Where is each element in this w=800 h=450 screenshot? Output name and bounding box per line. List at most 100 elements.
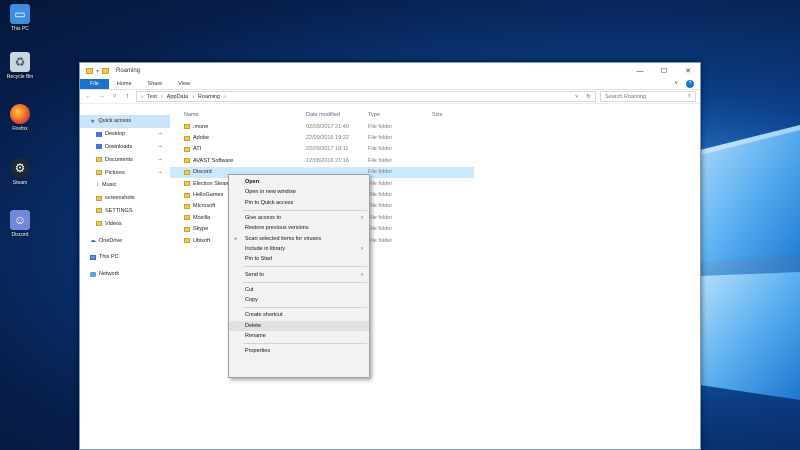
nav-item-label: SETTINGS — [105, 207, 133, 214]
close-button[interactable]: ✕ — [676, 63, 700, 79]
nav-item-music[interactable]: ♪ Music — [80, 179, 170, 192]
menu-item-give-access-to[interactable]: Give access to › — [229, 213, 369, 223]
nav-item-desktop[interactable]: Desktop ⊸ — [80, 128, 170, 141]
breadcrumb-appdata[interactable]: AppData — [167, 94, 188, 100]
nav-item-videos[interactable]: Videos — [80, 217, 170, 230]
breadcrumb-chevron-icon: › — [224, 93, 226, 100]
column-header-type[interactable]: Type — [368, 112, 432, 118]
menu-item-pin-to-start[interactable]: Pin to Start — [229, 254, 369, 264]
help-icon[interactable]: ? — [686, 80, 694, 88]
menu-item-label: Cut — [245, 286, 254, 293]
menu-separator — [243, 307, 367, 309]
menu-item-restore-previous-versions[interactable]: Restore previous versions — [229, 223, 369, 233]
nav-item-onedrive[interactable]: ☁ OneDrive — [80, 234, 170, 247]
menu-item-label: Restore previous versions — [245, 225, 309, 232]
nav-item-label: Pictures — [105, 169, 125, 176]
search-box[interactable]: ⌕ — [600, 91, 696, 102]
address-row: ← → ˅ ↑ › Test › AppData › Roaming › ˅ ↻… — [80, 90, 700, 104]
menu-item-delete[interactable]: Delete — [229, 320, 369, 331]
menu-item-rename[interactable]: Rename — [229, 331, 369, 341]
quick-access-toolbar-icon[interactable]: ▾ — [96, 68, 99, 75]
menu-item-pin-quick-access[interactable]: Pin to Quick access — [229, 198, 369, 208]
column-header-size[interactable]: Size — [432, 112, 482, 118]
folder-icon — [184, 203, 190, 209]
folder-icon — [86, 68, 93, 74]
desktop-icon-discord[interactable]: ☺ Discord — [2, 210, 38, 238]
menu-item-cut[interactable]: Cut — [229, 285, 369, 295]
menu-item-label: Open — [245, 179, 260, 186]
tab-file[interactable]: File — [80, 79, 109, 89]
nav-item-network[interactable]: Network — [80, 268, 170, 281]
nav-item-label: Downloads — [105, 143, 133, 150]
column-header-date[interactable]: Date modified — [306, 112, 368, 118]
search-icon[interactable]: ⌕ — [688, 93, 691, 100]
nav-item-screenshots[interactable]: screenshots — [80, 192, 170, 205]
nav-item-label: This PC — [99, 254, 119, 261]
menu-item-properties[interactable]: Properties — [229, 346, 369, 356]
address-dropdown-icon[interactable]: ˅ — [575, 94, 578, 100]
file-row[interactable]: .mone 02/09/2017 21:40 File folder — [170, 121, 700, 132]
folder-icon — [96, 208, 102, 214]
file-row[interactable]: AVAST Software 12/08/2016 21:16 File fol… — [170, 155, 700, 166]
folder-icon — [184, 146, 190, 152]
desktop-icon-firefox[interactable]: Firefox — [2, 104, 38, 132]
column-header-name[interactable]: Name — [170, 112, 306, 118]
refresh-icon[interactable]: ↻ — [586, 94, 591, 100]
search-input[interactable] — [605, 93, 685, 100]
title-bar[interactable]: ▾ Roaming — ☐ ✕ — [80, 63, 700, 79]
nav-item-documents[interactable]: Documents ⊸ — [80, 153, 170, 166]
nav-item-settings[interactable]: SETTINGS — [80, 205, 170, 218]
desktop-icon-label: This PC — [11, 26, 29, 32]
menu-item-scan-viruses[interactable]: ● Scan selected items for viruses — [229, 233, 369, 243]
navigation-pane: ★ Quick access Desktop ⊸ Downloads ⊸ Doc… — [80, 105, 170, 449]
pin-icon: ⊸ — [157, 143, 162, 150]
menu-item-label: Include in library — [245, 245, 286, 252]
desktop-icon-steam[interactable]: ⚙ Steam — [2, 158, 38, 186]
breadcrumb-test[interactable]: Test — [147, 94, 157, 100]
videos-folder-icon — [96, 221, 102, 227]
pin-icon: ⊸ — [157, 156, 162, 163]
nav-item-this-pc[interactable]: This PC — [80, 251, 170, 264]
address-bar[interactable]: › Test › AppData › Roaming › ˅ ↻ — [136, 91, 596, 102]
file-name: .mone — [193, 123, 209, 130]
folder-icon — [184, 181, 190, 187]
breadcrumb-roaming[interactable]: Roaming — [198, 94, 220, 100]
menu-item-copy[interactable]: Copy — [229, 295, 369, 305]
tab-share[interactable]: Share — [140, 79, 171, 89]
menu-item-label: Create shortcut — [245, 312, 283, 319]
submenu-arrow-icon: › — [361, 215, 363, 222]
menu-item-send-to[interactable]: Send to › — [229, 269, 369, 279]
up-button[interactable]: ↑ — [123, 93, 132, 100]
recent-locations-chevron-icon[interactable]: ˅ — [110, 93, 119, 100]
desktop-icon-this-pc[interactable]: ▭ This PC — [2, 4, 38, 32]
desktop-icon-label: Recycle Bin — [6, 74, 34, 80]
minimize-button[interactable]: — — [628, 63, 652, 79]
folder-icon — [184, 238, 190, 244]
desktop-icon-recycle-bin[interactable]: ♻ Recycle Bin — [2, 52, 38, 80]
file-date: 12/08/2016 21:16 — [306, 157, 349, 164]
submenu-arrow-icon: › — [361, 271, 363, 278]
desktop-icon-label: Discord — [11, 232, 29, 238]
nav-item-downloads[interactable]: Downloads ⊸ — [80, 141, 170, 154]
maximize-button[interactable]: ☐ — [652, 63, 676, 79]
nav-item-pictures[interactable]: Pictures ⊸ — [80, 166, 170, 179]
file-type: File folder — [368, 192, 393, 199]
file-row[interactable]: Adobe 22/09/2016 19:22 File folder — [170, 132, 700, 143]
menu-item-open[interactable]: Open — [229, 177, 369, 187]
file-date: 22/09/2017 18:11 — [306, 146, 349, 153]
menu-item-include-in-library[interactable]: Include in library › — [229, 244, 369, 254]
breadcrumb-chevron-icon: › — [141, 93, 143, 100]
nav-item-label: Network — [99, 271, 120, 278]
folder-icon — [184, 192, 190, 198]
tab-home[interactable]: Home — [109, 79, 140, 89]
back-button[interactable]: ← — [84, 93, 93, 100]
forward-button[interactable]: → — [97, 93, 106, 100]
menu-item-open-new-window[interactable]: Open in new window — [229, 187, 369, 197]
tab-view[interactable]: View — [170, 79, 198, 89]
menu-item-create-shortcut[interactable]: Create shortcut — [229, 310, 369, 320]
expand-ribbon-chevron-icon[interactable]: ˅ — [666, 79, 686, 89]
menu-item-label: Rename — [245, 333, 266, 339]
file-row[interactable]: ATI 22/09/2017 18:11 File folder — [170, 144, 700, 155]
desktop-folder-icon — [96, 131, 102, 137]
nav-item-quick-access[interactable]: ★ Quick access — [80, 115, 170, 128]
